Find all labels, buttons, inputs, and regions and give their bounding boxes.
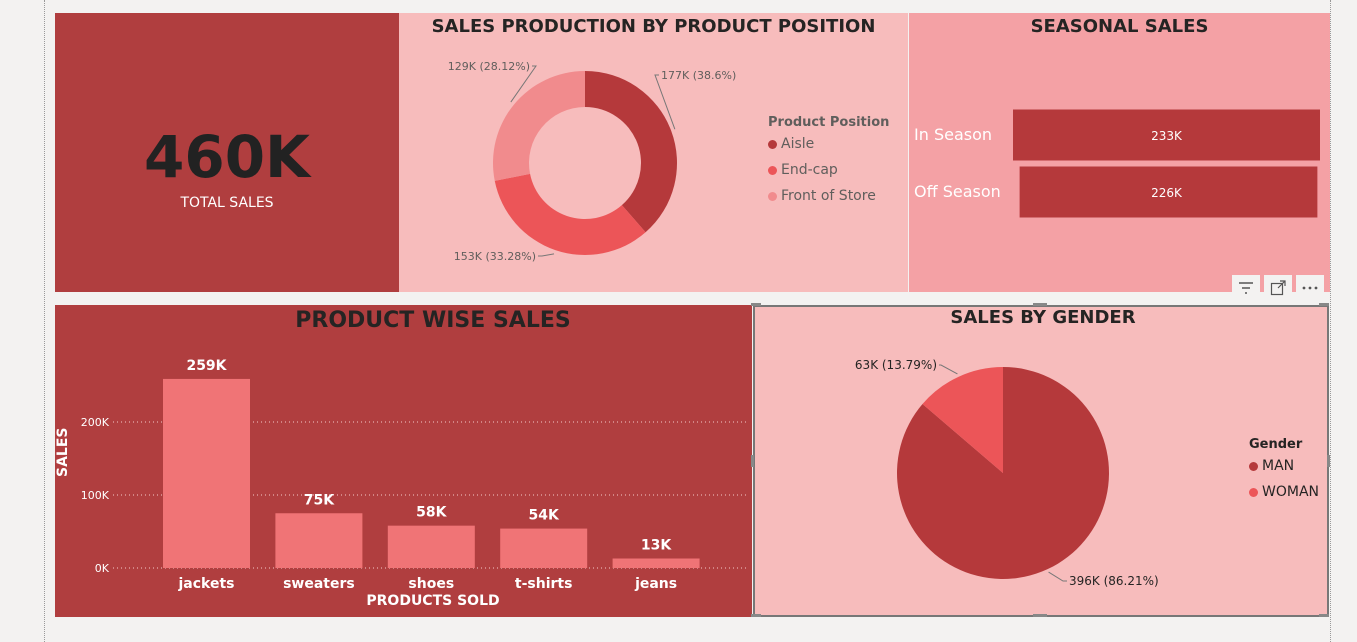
legend-marker (768, 139, 777, 149)
legend-marker (768, 165, 777, 175)
donut-data-label: 177K (38.6%) (661, 69, 736, 82)
focus-mode-icon[interactable] (1264, 275, 1292, 301)
legend-marker (768, 191, 777, 201)
resize-handle[interactable] (1319, 303, 1329, 306)
leader-line (538, 253, 555, 257)
product-bar[interactable] (275, 513, 363, 568)
leader-line (939, 364, 958, 375)
product-data-label: 54K (529, 508, 560, 524)
season-data-label: 233K (1151, 129, 1183, 143)
product-data-label: 58K (416, 505, 447, 521)
product-data-label: 75K (304, 492, 335, 508)
legend-item[interactable]: WOMAN (1249, 484, 1319, 500)
season-data-label: 226K (1151, 186, 1183, 200)
visual-header-toolbar (1232, 275, 1324, 301)
x-tick-label: sweaters (283, 576, 355, 592)
product-data-label: 259K (186, 358, 227, 374)
pie-data-label: 63K (13.79%) (855, 358, 937, 372)
donut-data-label: 153K (33.28%) (454, 250, 536, 263)
product-bar[interactable] (612, 558, 700, 568)
x-axis-title: PRODUCTS SOLD (366, 593, 500, 609)
resize-handle[interactable] (751, 614, 761, 617)
legend-label: Front of Store (781, 188, 876, 204)
product-bar[interactable] (163, 378, 250, 568)
total-sales-value: 460K (143, 123, 310, 191)
x-tick-label: jackets (178, 576, 235, 592)
legend-label: End-cap (781, 162, 838, 178)
product-bar[interactable] (500, 528, 588, 568)
gender-svg: 396K (86.21%) 63K (13.79%) (855, 358, 1159, 588)
y-tick-label: 0K (95, 562, 110, 575)
donut-slice[interactable] (585, 71, 677, 233)
resize-handle[interactable] (751, 303, 761, 306)
donut-data-label: 129K (28.12%) (448, 60, 530, 73)
seasonal-sales-chart[interactable]: SEASONAL SALES In Season 233K Off Season 22… (909, 13, 1330, 292)
legend-item[interactable]: Aisle (768, 136, 889, 152)
donut-legend: Product Position Aisle End-cap Front of St… (768, 115, 889, 214)
legend-item[interactable]: End-cap (768, 162, 889, 178)
y-axis-title: SALES (55, 427, 71, 478)
filter-icon[interactable] (1232, 275, 1260, 301)
resize-handle[interactable] (1319, 614, 1329, 617)
donut-legend-title: Product Position (768, 115, 890, 130)
y-tick-label: 100K (81, 489, 110, 502)
product-data-label: 13K (641, 538, 672, 554)
gender-legend-title: Gender (1249, 437, 1303, 452)
donut-slice[interactable] (493, 71, 585, 181)
x-tick-label: t-shirts (515, 576, 573, 592)
legend-label: WOMAN (1262, 484, 1319, 500)
total-sales-card[interactable]: 460K TOTAL SALES (55, 13, 399, 292)
gender-legend: Gender MAN WOMAN (1249, 437, 1319, 510)
legend-marker (1249, 461, 1258, 471)
product-svg: 0K 100K 200K 259K jackets 75K sweaters 58K shoes… (81, 358, 747, 592)
seasonal-svg: In Season 233K Off Season 226K (914, 109, 1320, 218)
total-sales-label: TOTAL SALES (180, 195, 274, 211)
donut-slice[interactable] (494, 173, 646, 255)
season-category-label: Off Season (914, 182, 1001, 201)
x-tick-label: jeans (634, 576, 677, 592)
x-tick-label: shoes (408, 576, 454, 592)
season-category-label: In Season (914, 125, 992, 144)
legend-marker (1249, 487, 1258, 497)
legend-label: Aisle (781, 136, 815, 152)
legend-label: MAN (1262, 458, 1295, 474)
legend-item[interactable]: MAN (1249, 458, 1319, 474)
resize-handle[interactable] (1033, 614, 1047, 617)
resize-handle[interactable] (1033, 303, 1047, 306)
position-donut-chart[interactable]: SALES PRODUCTION BY PRODUCT POSITION 177… (399, 13, 908, 292)
product-bar[interactable] (387, 525, 475, 568)
legend-item[interactable]: Front of Store (768, 188, 889, 204)
pie-data-label: 396K (86.21%) (1069, 574, 1159, 588)
product-sales-chart[interactable]: PRODUCT WISE SALES 0K 100K 200K 259K jackets… (55, 305, 752, 617)
resize-handle[interactable] (1327, 455, 1330, 467)
gender-sales-chart[interactable]: SALES BY GENDER 396K (86.21%) 63K (13.79%… (753, 305, 1329, 617)
leader-line (1048, 571, 1067, 582)
y-tick-label: 200K (81, 416, 110, 429)
resize-handle[interactable] (751, 455, 754, 467)
more-options-icon[interactable] (1296, 275, 1324, 301)
